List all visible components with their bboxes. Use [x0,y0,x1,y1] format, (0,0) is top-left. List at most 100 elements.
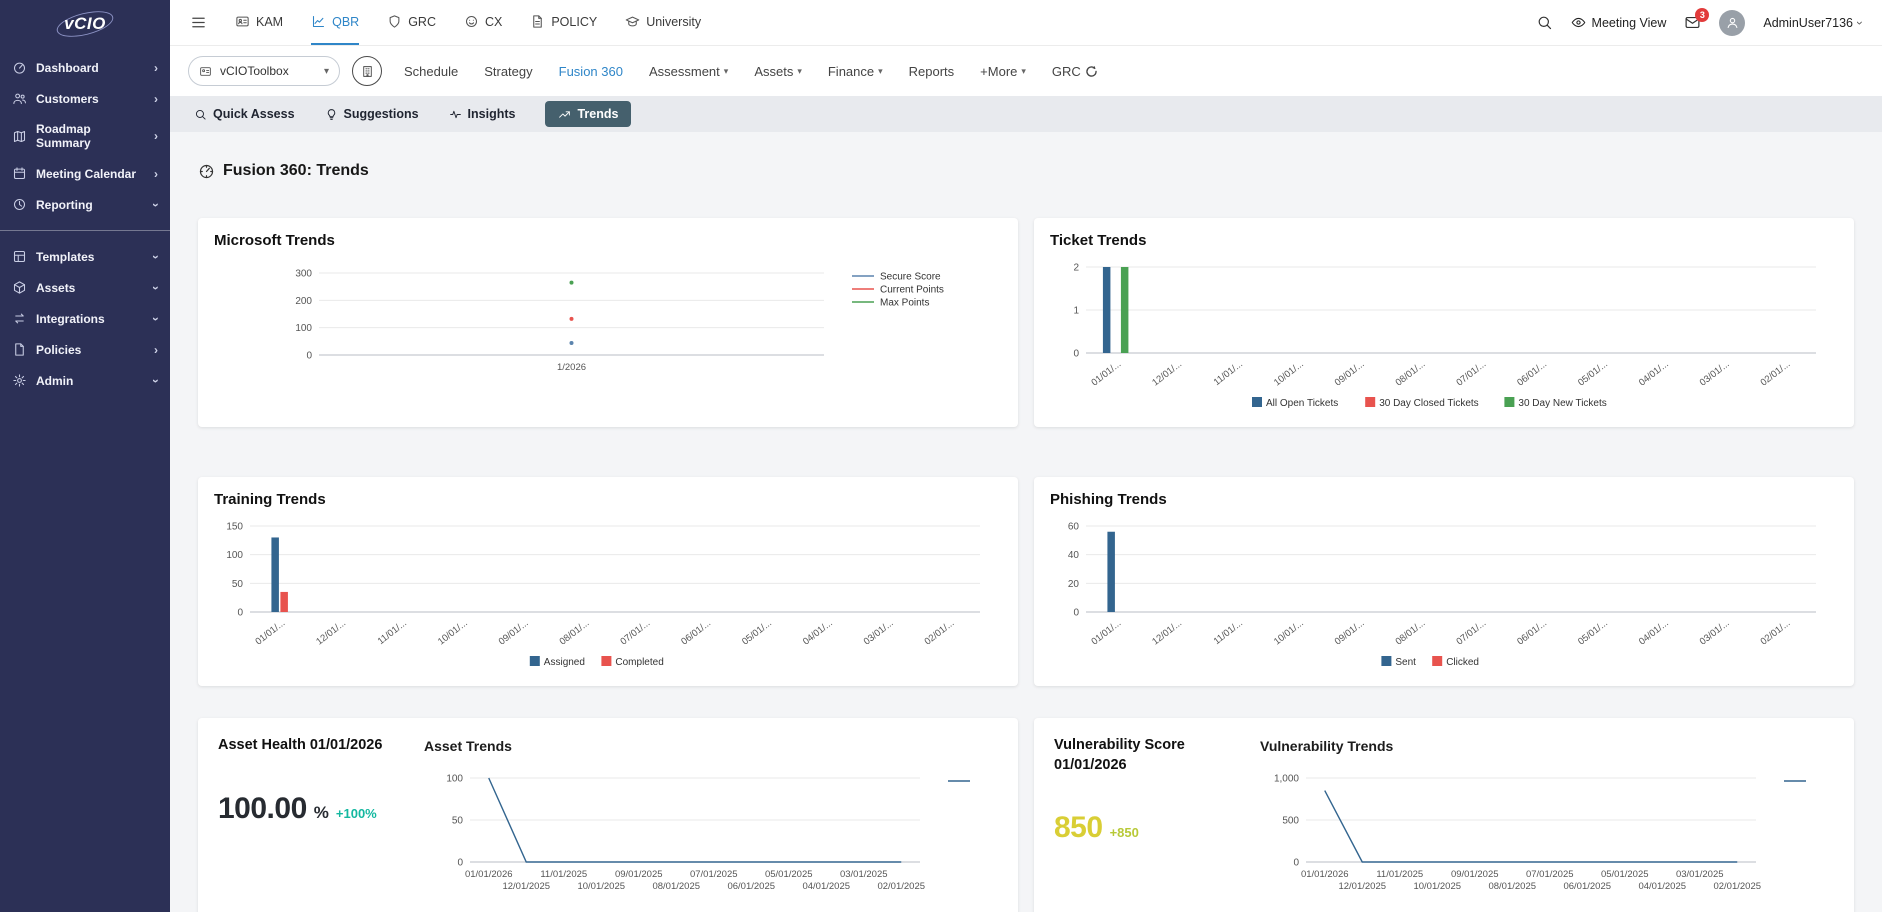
bar [1120,267,1129,353]
y-axis: 0 20 40 60 [1068,522,1816,619]
notifications-button[interactable]: 3 [1684,8,1710,31]
tab-policy[interactable]: POLICY [530,0,597,45]
svg-text:03/01/2025: 03/01/2025 [1676,869,1724,880]
workspace-icon-button[interactable] [352,56,382,86]
sidebar-item-reporting[interactable]: Reporting › [0,189,170,220]
legend: Secure Score Current Points Max Points [852,272,944,309]
insights-button[interactable]: Insights [449,107,515,121]
avatar[interactable] [1719,9,1746,36]
sidebar-item-roadmap-summary[interactable]: Roadmap Summary › [0,114,170,158]
svg-text:40: 40 [1068,550,1080,561]
stat-title: Asset Health 01/01/2026 [218,737,383,753]
ticket-trends-card: Ticket Trends 0 1 2 01/01/... 12/01/... 11/01… [1034,218,1854,427]
quick-assess-button[interactable]: Quick Assess [194,107,295,121]
chart-section-title: Vulnerability Trends [1260,738,1394,754]
svg-text:02/01/2025: 02/01/2025 [1713,881,1761,892]
dashboard-icon [12,60,27,75]
svg-text:Secure Score: Secure Score [880,272,941,283]
meeting-view-toggle[interactable]: Meeting View [1571,15,1666,30]
phishing-trends-card: Phishing Trends 0 20 40 60 01/01/... 12/01/..… [1034,477,1854,686]
svg-text:11/01/2025: 11/01/2025 [540,869,587,880]
svg-text:01/01/2026: 01/01/2026 [465,869,513,880]
svg-text:12/01/...: 12/01/... [1150,618,1184,648]
card-title: Training Trends [214,491,326,508]
subnav-link-finance[interactable]: Finance ▾ [828,64,883,79]
subnav-link-schedule[interactable]: Schedule [404,64,458,79]
svg-text:50: 50 [232,579,244,590]
sidebar-item-label: Templates [36,249,95,264]
phishing-trends-chart: 0 20 40 60 01/01/... 12/01/... 11/01/... 10/01/… [1050,514,1838,672]
asset-trends-chart: 0 50 100 01/01/2026 12/01/2025 11/01/2025 10/0… [424,760,1002,912]
roadmap-icon [12,129,27,144]
subnav-link-reports[interactable]: Reports [909,64,955,79]
chevron-down-icon: › [149,378,163,383]
sidebar-item-policies[interactable]: Policies › [0,334,170,365]
admin-icon [12,373,27,388]
svg-text:06/01/2025: 06/01/2025 [727,881,775,892]
hamburger-menu-icon[interactable] [190,14,207,31]
tab-cx[interactable]: CX [464,0,502,45]
svg-text:03/01/...: 03/01/... [1698,359,1732,389]
series [271,537,288,612]
id-card-icon [235,14,250,29]
asset-trends-section: Asset Trends 0 50 100 01/01/2026 12/01/2025 1… [424,732,1002,912]
chevron-right-icon: › [154,342,158,357]
svg-text:500: 500 [1282,816,1299,827]
svg-text:0: 0 [1293,858,1299,869]
subnav-link-assessment[interactable]: Assessment ▾ [649,64,728,79]
document-icon [530,14,545,29]
training-trends-chart: 0 50 100 150 01/01/... 12/01/... 11/01/... 10/0… [214,514,1002,672]
sidebar-item-integrations[interactable]: Integrations › [0,303,170,334]
tab-university[interactable]: University [625,0,701,45]
training-trends-card: Training Trends 0 50 100 150 01/01/... 12/01/… [198,477,1018,686]
subnav-link-assets[interactable]: Assets ▾ [754,64,802,79]
svg-text:11/01/...: 11/01/... [1212,618,1245,647]
sidebar-item-dashboard[interactable]: Dashboard › [0,52,170,83]
user-menu[interactable]: AdminUser7136 › [1763,16,1867,30]
svg-text:11/01/...: 11/01/... [376,618,409,647]
svg-text:100: 100 [295,323,312,334]
svg-text:09/01/2025: 09/01/2025 [615,869,663,880]
sidebar-item-customers[interactable]: Customers › [0,83,170,114]
svg-text:300: 300 [295,269,312,280]
svg-text:11/01/2025: 11/01/2025 [1376,869,1423,880]
svg-text:11/01/...: 11/01/... [1212,359,1245,388]
tab-label: CX [484,14,503,29]
y-axis: 0 100 200 300 [295,269,824,362]
asset-health-card: Asset Health 01/01/2026 100.00% +100% As… [198,718,1018,912]
charts-row-2: Training Trends 0 50 100 150 01/01/... 12/01/… [198,477,1854,686]
svg-text:05/01/...: 05/01/... [1576,359,1610,389]
tab-kam[interactable]: KAM [235,0,283,45]
vulnerability-trends-chart: 0 500 1,000 01/01/2026 12/01/2025 11/01/2025 1… [1260,760,1838,912]
svg-text:08/01/...: 08/01/... [1394,359,1428,389]
sidebar-item-templates[interactable]: Templates › [0,241,170,272]
sidebar-item-label: Dashboard [36,60,99,75]
legend: Sent Clicked [1381,656,1479,668]
legend: All Open Tickets 30 Day Closed Tickets 30 … [1252,397,1607,409]
svg-text:08/01/...: 08/01/... [1394,618,1428,648]
chevron-right-icon: › [154,91,158,106]
sidebar-item-meeting-calendar[interactable]: Meeting Calendar › [0,158,170,189]
toolbox-selector[interactable]: vCIOToolbox ▾ [188,56,340,86]
id-card-icon [199,65,212,78]
subnav-link-strategy[interactable]: Strategy [484,64,532,79]
sidebar-item-label: Assets [36,280,76,295]
subnav-link-more[interactable]: +More ▾ [980,64,1026,79]
trends-button[interactable]: Trends [545,101,632,127]
sidebar-item-assets[interactable]: Assets › [0,272,170,303]
tab-grc[interactable]: GRC [387,0,436,45]
svg-text:Assigned: Assigned [544,657,585,668]
app-logo[interactable]: vCIO [0,0,170,48]
suggestions-button[interactable]: Suggestions [325,107,419,121]
svg-text:03/01/...: 03/01/... [862,618,896,648]
search-icon[interactable] [1536,14,1553,31]
subnav-link-grc[interactable]: GRC [1052,64,1098,79]
insights-icon [449,108,462,121]
sidebar-item-admin[interactable]: Admin › [0,365,170,396]
sidebar-divider [0,230,170,231]
svg-text:02/01/2025: 02/01/2025 [877,881,925,892]
subnav-link-fusion-360[interactable]: Fusion 360 [559,64,623,79]
svg-text:1/2026: 1/2026 [557,362,586,373]
sidebar: vCIO Dashboard › Customers › Roadmap Sum… [0,0,170,912]
tab-qbr[interactable]: QBR [311,0,360,45]
